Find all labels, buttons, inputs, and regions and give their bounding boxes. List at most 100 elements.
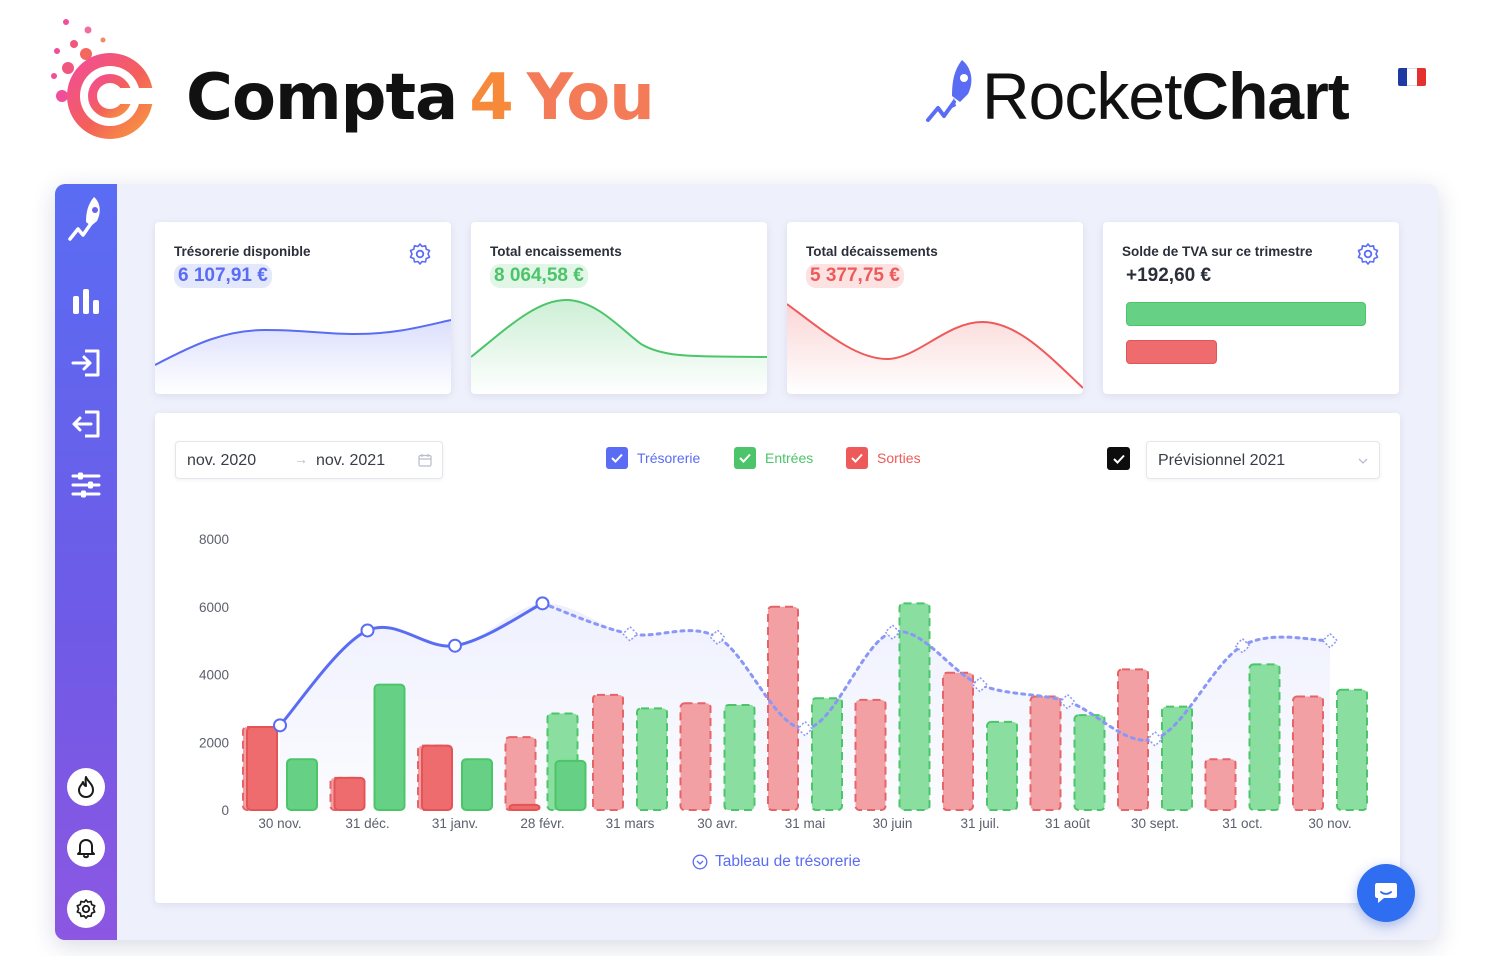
check-icon <box>1112 454 1125 464</box>
bar-entrees-forecast <box>1336 688 1368 811</box>
bar-entrees-forecast <box>723 703 756 811</box>
compta4you-logo-mark <box>51 19 156 139</box>
sliders-icon <box>71 472 101 498</box>
bell-icon <box>77 839 95 859</box>
legend-toggle-receipts[interactable]: Entrées <box>734 447 813 469</box>
legend-toggle-treasury[interactable]: Trésorerie <box>606 447 700 469</box>
french-flag-icon <box>1398 68 1426 86</box>
bar-entrees-forecast <box>1073 714 1106 811</box>
login-icon <box>71 349 100 377</box>
sidebar-item-settings-filters[interactable] <box>67 466 105 504</box>
x-tick-label: 31 mars <box>606 816 655 831</box>
kpi-card-receipts: Total encaissements 8 064,58 € <box>471 222 767 394</box>
brand-word-3: You <box>526 61 655 135</box>
legend-label: Sorties <box>877 450 921 466</box>
y-tick-label: 6000 <box>199 600 229 615</box>
vat-collected-bar <box>1126 302 1366 326</box>
bar-entrees-actual <box>286 758 318 811</box>
calendar-icon <box>418 454 432 467</box>
treasury-sparkline <box>155 319 451 394</box>
sidebar-item-home[interactable] <box>67 197 105 241</box>
bar-sorties-forecast <box>504 736 537 811</box>
x-tick-label: 30 nov. <box>258 816 301 831</box>
legend-label: Trésorerie <box>637 450 701 466</box>
rocketchart-wordmark: RocketChart <box>982 56 1350 136</box>
bar-sorties-actual <box>508 803 541 812</box>
logout-icon <box>72 410 100 438</box>
sidebar-item-expenses[interactable] <box>67 405 105 443</box>
rocketchart-logo: RocketChart <box>920 50 1440 140</box>
scenario-select-value: Prévisionnel 2021 <box>1158 452 1286 469</box>
checkbox-checked-icon[interactable] <box>606 447 628 469</box>
date-range-picker[interactable]: nov. 2020 → nov. 2021 <box>175 441 443 479</box>
forecast-toggle-checkbox[interactable] <box>1107 447 1130 470</box>
chevron-circle-down-icon <box>692 854 708 870</box>
rocket-icon <box>68 197 100 241</box>
chat-bubble-icon <box>1375 883 1397 903</box>
compta4you-wordmark: Compta 4 You <box>186 58 655 138</box>
bar-sorties-forecast <box>942 671 974 811</box>
sidebar-item-receipts[interactable] <box>67 344 105 382</box>
x-tick-label: 31 janv. <box>432 816 478 831</box>
cashflow-chart: 0 2000 4000 6000 8000 30 nov. 31 déc. 31 janv. 2… <box>199 532 1368 831</box>
kpi-value: 8 064,58 € <box>490 264 588 288</box>
sidebar-item-notifications[interactable] <box>67 829 105 867</box>
app-window: Trésorerie disponible 6 107,91 € Total e… <box>55 184 1438 940</box>
date-to[interactable]: nov. 2021 <box>316 452 385 470</box>
kpi-value: 5 377,75 € <box>806 264 904 288</box>
kpi-card-vat: Solde de TVA sur ce trimestre +192,60 € <box>1103 222 1399 394</box>
y-tick-label: 4000 <box>199 668 229 683</box>
sidebar-item-dashboard[interactable] <box>67 282 105 320</box>
sidebar-item-whats-new[interactable] <box>67 768 105 806</box>
y-tick-label: 0 <box>221 803 229 818</box>
bar-sorties-forecast <box>679 702 712 811</box>
bar-chart-icon <box>73 289 99 314</box>
x-tick-label: 31 déc. <box>345 816 389 831</box>
date-from[interactable]: nov. 2020 <box>187 452 256 470</box>
legend-toggle-expenses[interactable]: Sorties <box>846 447 921 469</box>
bar-sorties-forecast <box>767 605 799 811</box>
bar-entrees-actual <box>461 758 493 811</box>
receipts-sparkline <box>471 298 767 394</box>
checkbox-checked-icon[interactable] <box>846 447 868 469</box>
bar-sorties-forecast <box>854 698 887 811</box>
bar-entrees-forecast <box>1248 663 1281 811</box>
kpi-card-expenses: Total décaissements 5 377,75 € <box>787 222 1083 394</box>
gear-icon[interactable] <box>1356 242 1380 266</box>
treasury-table-link[interactable]: Tableau de trésorerie <box>692 853 861 871</box>
bar-sorties-actual <box>333 776 366 812</box>
scenario-select[interactable]: Prévisionnel 2021 <box>1146 441 1380 479</box>
y-tick-label: 8000 <box>199 532 229 547</box>
sidebar <box>55 184 117 940</box>
bar-entrees-actual <box>373 683 406 812</box>
x-tick-label: 30 juin <box>873 816 913 831</box>
treasury-point <box>448 638 462 653</box>
kpi-title: Solde de TVA sur ce trimestre <box>1122 244 1313 259</box>
rocketchart-regular: Rocket <box>982 59 1182 133</box>
kpi-card-treasury: Trésorerie disponible 6 107,91 € <box>155 222 451 394</box>
kpi-value: +192,60 € <box>1126 265 1212 286</box>
bar-entrees-forecast <box>636 707 668 811</box>
bar-entrees-forecast <box>986 720 1018 811</box>
bar-sorties-actual <box>421 744 453 811</box>
gear-icon[interactable] <box>408 242 432 266</box>
expenses-sparkline <box>787 303 1083 394</box>
x-tick-label: 30 sept. <box>1131 816 1179 831</box>
brand-word-2: 4 <box>469 61 514 135</box>
legend-label: Entrées <box>765 450 814 466</box>
sidebar-item-settings[interactable] <box>67 890 105 928</box>
flame-icon <box>78 776 94 798</box>
kpi-value: 6 107,91 € <box>174 264 272 288</box>
cashflow-chart-panel: nov. 2020 → nov. 2021 Trésorerie Entrées… <box>155 413 1400 903</box>
gear-icon <box>76 899 96 919</box>
kpi-title: Total encaissements <box>490 244 622 259</box>
treasury-point <box>360 623 375 638</box>
bar-sorties-actual <box>246 726 278 812</box>
treasury-point <box>273 718 287 733</box>
bar-entrees-actual <box>554 759 587 812</box>
bar-sorties-forecast <box>592 693 624 811</box>
x-tick-label: 28 févr. <box>520 816 564 831</box>
checkbox-checked-icon[interactable] <box>734 447 756 469</box>
chat-support-button[interactable] <box>1357 864 1415 922</box>
treasury-point <box>535 596 550 611</box>
